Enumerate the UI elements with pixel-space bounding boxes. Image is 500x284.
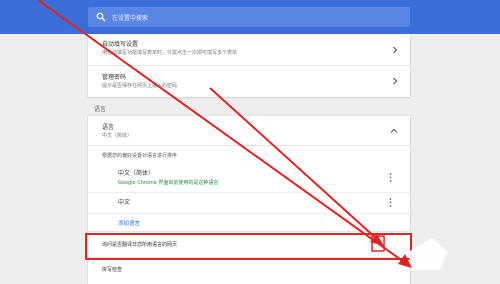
language-item: 中文（简体） Google Chrome 界面目前使用的是这种语言 xyxy=(88,164,410,193)
languages-section-title: 语言 xyxy=(94,106,107,113)
language-item: 中文 xyxy=(88,193,410,214)
language-ui-note: Google Chrome 界面目前使用的是这种语言 xyxy=(118,180,219,186)
address-settings-title: 自动填写设置 xyxy=(102,41,139,48)
address-settings-subtitle: 用自动填写功能填写表单时，只需点击一次即可填写多个表单 xyxy=(102,50,238,56)
chevron-right-icon[interactable] xyxy=(392,46,398,54)
search-icon xyxy=(96,12,106,22)
languages-header-title: 语言 xyxy=(102,124,115,131)
top-bar: 在设置中搜索 xyxy=(0,0,500,34)
manage-passwords-title: 管理密码 xyxy=(102,74,127,81)
languages-current: 中文（简体） xyxy=(102,133,133,139)
more-vert-icon[interactable] xyxy=(389,198,392,207)
more-vert-icon[interactable] xyxy=(389,173,392,182)
manage-passwords-subtitle: 提示是否保存在网页上输入的密码 xyxy=(102,83,178,89)
languages-header-row[interactable]: 语言 中文（简体） xyxy=(88,116,410,146)
translate-offer-row[interactable]: 询问是否翻译非您所用语言的网页 xyxy=(88,232,410,258)
language-order-hint: 根据您的偏好设置对语言进行排序 xyxy=(102,153,178,159)
translate-toggle[interactable] xyxy=(374,239,386,251)
add-language-link[interactable]: 添加语言 xyxy=(118,219,140,227)
spellcheck-row[interactable]: 拼写检查 xyxy=(88,258,410,284)
translate-offer-label: 询问是否翻译非您所用语言的网页 xyxy=(102,242,178,248)
chevron-up-icon[interactable] xyxy=(390,128,398,134)
search-input[interactable]: 在设置中搜索 xyxy=(112,13,148,22)
autofill-card: 自动填写设置 用自动填写功能填写表单时，只需点击一次即可填写多个表单 管理密码 … xyxy=(88,34,410,97)
search-box[interactable]: 在设置中搜索 xyxy=(88,7,410,27)
spellcheck-label: 拼写检查 xyxy=(102,267,123,273)
chevron-right-icon[interactable] xyxy=(392,77,398,85)
manage-passwords-row[interactable]: 管理密码 提示是否保存在网页上输入的密码 xyxy=(88,66,410,97)
language-name: 中文 xyxy=(118,199,131,206)
language-name: 中文（简体） xyxy=(118,170,155,177)
address-settings-row[interactable]: 自动填写设置 用自动填写功能填写表单时，只需点击一次即可填写多个表单 xyxy=(88,34,410,66)
language-list: 根据您的偏好设置对语言进行排序 中文（简体） Google Chrome 界面目… xyxy=(88,146,410,232)
annotation-spot xyxy=(408,238,448,270)
languages-card: 语言 中文（简体） 根据您的偏好设置对语言进行排序 中文（简体） Google … xyxy=(88,116,410,284)
